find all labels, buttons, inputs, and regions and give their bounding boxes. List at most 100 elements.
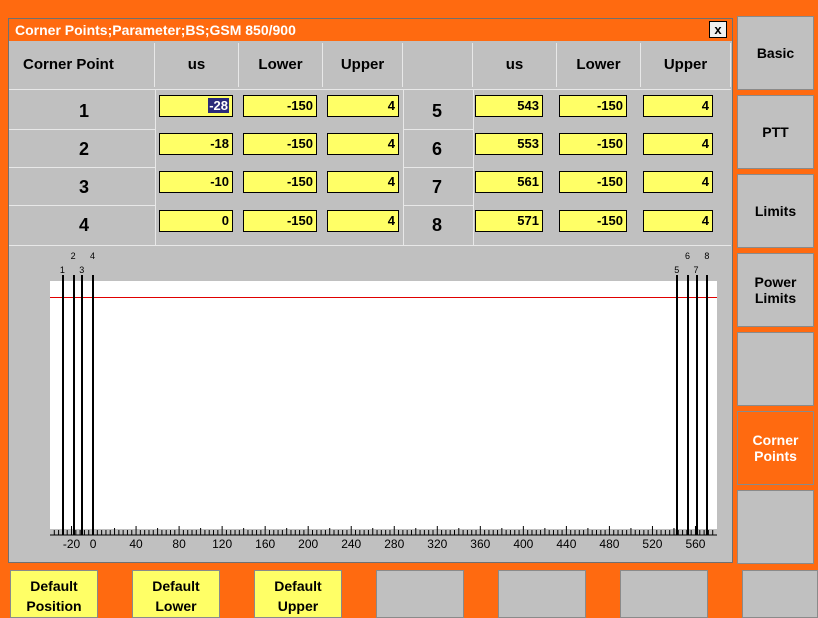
upper-input-cp1[interactable]: 4 — [327, 95, 399, 117]
softkey-empty-button[interactable] — [620, 570, 708, 618]
lower-input-cp3[interactable]: -150 — [243, 171, 317, 193]
sidebar-power-limits-button[interactable]: Power Limits — [737, 253, 814, 327]
x-tick-label: 120 — [212, 537, 233, 551]
x-tick-label: 200 — [298, 537, 319, 551]
us-input-cp2[interactable]: -18 — [159, 133, 233, 155]
corner-point-label: 2 — [78, 139, 89, 159]
column-separator — [155, 89, 156, 245]
corner-point-marker[interactable] — [706, 275, 709, 535]
upper-input-cp4[interactable]: 4 — [327, 210, 399, 232]
default-lower-button[interactable]: Default Lower — [132, 570, 220, 618]
corner-point-label: 8 — [431, 215, 442, 235]
corner-point-marker[interactable] — [61, 275, 64, 535]
x-tick-label: 160 — [255, 537, 276, 551]
upper-input-cp2[interactable]: 4 — [327, 133, 399, 155]
lower-input-cp2[interactable]: -150 — [243, 133, 317, 155]
corner-point-label: 1 — [78, 101, 89, 121]
header-upper-left: Upper — [323, 43, 403, 87]
row-separator — [403, 205, 473, 206]
upper-input-cp5[interactable]: 4 — [643, 95, 713, 117]
x-tick-label: 560 — [685, 537, 706, 551]
corner-point-header: Corner Point — [9, 43, 155, 87]
row-separator — [9, 167, 155, 168]
us-input-cp5[interactable]: 543 — [475, 95, 543, 117]
us-input-cp4[interactable]: 0 — [159, 210, 233, 232]
corner-point-marker[interactable] — [72, 275, 75, 535]
us-input-cp1[interactable]: -28 — [159, 95, 233, 117]
softkey-empty-button[interactable] — [376, 570, 464, 618]
corner-points-dialog: Corner Points;Parameter;BS;GSM 850/900 x… — [8, 18, 733, 563]
x-axis — [50, 526, 717, 536]
corner-point-marker-label: 1 — [59, 265, 65, 275]
corner-point-marker-label: 5 — [674, 265, 680, 275]
corner-point-marker-label: 7 — [693, 265, 699, 275]
default-upper-button[interactable]: Default Upper — [254, 570, 342, 618]
corner-point-marker-label: 2 — [70, 251, 76, 261]
lower-input-cp7[interactable]: -150 — [559, 171, 627, 193]
column-separator — [403, 89, 404, 245]
lower-input-cp8[interactable]: -150 — [559, 210, 627, 232]
corner-point-marker-label: 8 — [704, 251, 710, 261]
lower-input-cp1[interactable]: -150 — [243, 95, 317, 117]
x-tick-label: 360 — [470, 537, 491, 551]
us-input-cp3[interactable]: -10 — [159, 171, 233, 193]
corner-point-label: 6 — [431, 139, 442, 159]
sidebar-corner-points-button[interactable]: Corner Points — [737, 411, 814, 485]
corner-point-label: 4 — [78, 215, 89, 235]
x-tick-label: 480 — [599, 537, 620, 551]
upper-input-cp8[interactable]: 4 — [643, 210, 713, 232]
us-input-cp8[interactable]: 571 — [475, 210, 543, 232]
default-position-button[interactable]: Default Position — [10, 570, 98, 618]
header-upper-right: Upper — [641, 43, 731, 87]
corner-points-chart: -20 0 40 80 120 160 200 240 280 320 360 400 440 480 52… — [10, 245, 731, 563]
corner-point-marker[interactable] — [686, 275, 689, 535]
x-tick-label: 40 — [129, 537, 143, 551]
sidebar-empty-button[interactable] — [737, 332, 814, 406]
corner-point-marker[interactable] — [695, 275, 698, 535]
sidebar-basic-button[interactable]: Basic — [737, 16, 814, 90]
header-us-right: us — [473, 43, 557, 87]
x-tick-label: 280 — [384, 537, 405, 551]
corner-point-marker-label: 3 — [79, 265, 85, 275]
header-us-left: us — [155, 43, 239, 87]
x-tick-label: 240 — [341, 537, 362, 551]
us-input-cp6[interactable]: 553 — [475, 133, 543, 155]
lower-input-cp6[interactable]: -150 — [559, 133, 627, 155]
column-separator — [473, 89, 474, 245]
header-lower-left: Lower — [239, 43, 323, 87]
lower-input-cp4[interactable]: -150 — [243, 210, 317, 232]
x-tick-label: 0 — [89, 537, 97, 551]
upper-input-cp3[interactable]: 4 — [327, 171, 399, 193]
row-separator — [403, 167, 473, 168]
corner-point-label: 3 — [78, 177, 89, 197]
sidebar-limits-button[interactable]: Limits — [737, 174, 814, 248]
x-tick-label: 320 — [427, 537, 448, 551]
sidebar-empty-button[interactable] — [737, 490, 814, 564]
row-separator — [9, 129, 155, 130]
corner-point-marker-label: 4 — [90, 251, 96, 261]
corner-point-marker[interactable] — [92, 275, 95, 535]
upper-input-cp6[interactable]: 4 — [643, 133, 713, 155]
softkey-empty-button[interactable] — [742, 570, 818, 618]
row-separator — [9, 205, 155, 206]
upper-input-cp7[interactable]: 4 — [643, 171, 713, 193]
x-tick-label: 80 — [172, 537, 186, 551]
x-tick-label: 400 — [513, 537, 534, 551]
close-button[interactable]: x — [709, 21, 727, 38]
corner-point-marker-label: 6 — [684, 251, 690, 261]
corner-point-marker[interactable] — [676, 275, 679, 535]
corner-point-label: 5 — [431, 101, 442, 121]
us-input-cp7[interactable]: 561 — [475, 171, 543, 193]
corner-point-label: 7 — [431, 177, 442, 197]
header-blank — [403, 43, 473, 87]
corner-point-marker[interactable] — [81, 275, 84, 535]
sidebar-ptt-button[interactable]: PTT — [737, 95, 814, 169]
dialog-title: Corner Points;Parameter;BS;GSM 850/900 — [9, 19, 732, 41]
x-tick-label: 440 — [556, 537, 577, 551]
lower-input-cp5[interactable]: -150 — [559, 95, 627, 117]
softkey-empty-button[interactable] — [498, 570, 586, 618]
header-separator — [9, 89, 731, 90]
row-separator — [403, 129, 473, 130]
x-tick-label: 520 — [642, 537, 663, 551]
header-lower-right: Lower — [557, 43, 641, 87]
